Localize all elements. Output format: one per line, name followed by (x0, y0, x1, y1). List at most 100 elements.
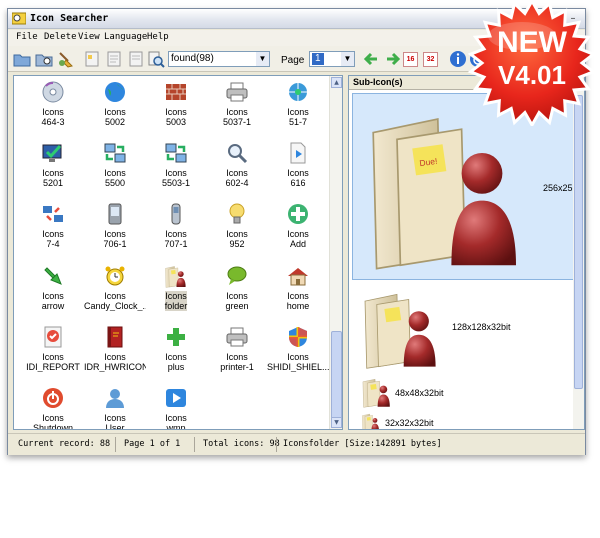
icon-item[interactable]: Icons Shutdown (22, 382, 84, 429)
monitor-check-icon (41, 141, 65, 165)
clean-button[interactable] (56, 49, 76, 69)
icon-item[interactable]: Icons arrow (22, 260, 84, 320)
icon-item[interactable]: Icons 5002 (84, 76, 146, 136)
icon-item[interactable]: Icons 5037-1 (206, 76, 268, 136)
folder-user-icon (361, 376, 393, 408)
icon-item-label: Icons printer-1 (220, 352, 254, 372)
icon-item[interactable]: Icons folder (145, 260, 207, 320)
icon-item[interactable]: Icons IDI_REPORT (22, 321, 84, 381)
icon-item[interactable]: Icons 464-3 (22, 76, 84, 136)
icon-item-label: Icons 5002 (104, 107, 126, 127)
magnifier-icon (225, 141, 249, 165)
new-version-badge: NEW V4.01 (467, 0, 596, 126)
icon-item[interactable]: Icons 7-4 (22, 198, 84, 258)
green-plus-icon (164, 325, 188, 349)
right-arrow-icon (387, 52, 401, 66)
icon-item[interactable]: Icons 616 (267, 137, 329, 197)
icon-item-label: Icons 602-4 (225, 168, 249, 188)
icon-item[interactable]: Icons 706-1 (84, 198, 146, 258)
scroll-up-icon[interactable]: ▲ (331, 77, 342, 88)
phone-icon (164, 202, 188, 226)
globe-icon (103, 80, 127, 104)
icon-item[interactable]: Icons Candy_Clock_... (84, 260, 146, 320)
folder-user-icon (357, 286, 447, 370)
icon-item-label: Icons 706-1 (103, 229, 127, 249)
icon-item[interactable]: Icons SHIDI_SHIEL... (267, 321, 329, 381)
status-current-record: Current record: 88 (18, 439, 111, 449)
brick-wall-icon (164, 80, 188, 104)
icon-item[interactable]: Icons 5003 (145, 76, 207, 136)
menu-help[interactable]: Help (147, 32, 169, 42)
search-combo-value: found(98) (171, 53, 214, 64)
page-select[interactable]: 1 ▼ (309, 51, 355, 67)
icon-item[interactable]: Icons User (84, 382, 146, 430)
report-icon (41, 325, 65, 349)
status-file: Iconsfolder [Size:142891 bytes] (283, 439, 442, 449)
menu-language[interactable]: Language (104, 32, 147, 42)
shutdown-icon (41, 386, 65, 410)
icon-list-scrollbar[interactable]: ▲ ▼ (329, 76, 342, 429)
badge-new-text: NEW (497, 26, 568, 59)
page-icon (85, 51, 99, 67)
printer-icon (225, 80, 249, 104)
about-button[interactable] (448, 49, 468, 69)
sync-computers-icon (164, 141, 188, 165)
icon-item-label: Icons 952 (226, 229, 248, 249)
scroll-down-icon[interactable]: ▼ (331, 417, 342, 428)
user-icon (103, 386, 127, 410)
menu-view[interactable]: View (78, 32, 100, 42)
scan-folder-icon (35, 54, 53, 67)
icon-item[interactable]: Icons green (206, 260, 268, 320)
icon-item[interactable]: Icons 51-7 (267, 76, 329, 136)
menu-delete[interactable]: Delete (44, 32, 77, 42)
chevron-down-icon[interactable]: ▼ (341, 52, 354, 66)
next-page-button[interactable] (382, 49, 402, 69)
icon-item-label: Icons User (104, 413, 126, 430)
search-button[interactable] (146, 49, 166, 69)
view-list-button[interactable] (104, 49, 124, 69)
open-folder-button[interactable] (12, 49, 32, 69)
window-title: Icon Searcher (30, 13, 109, 24)
icon-item[interactable]: Icons wmp (145, 382, 207, 430)
sub-icon-scrollbar[interactable] (573, 90, 584, 429)
view-details-button[interactable] (126, 49, 146, 69)
scrollbar-thumb[interactable] (331, 331, 342, 424)
icon-grid: Icons 464-3 Icons 5002 Icons 5003 Icons 5037-1 I… (14, 76, 330, 429)
icon-item-label: Icons green (225, 291, 249, 311)
size-16-button[interactable]: 16 (403, 52, 418, 67)
icon-item-label: Icons 51-7 (287, 107, 309, 127)
icon-item[interactable]: Icons IDR_HWRICON (84, 321, 146, 381)
chevron-down-icon[interactable]: ▼ (256, 52, 269, 66)
icon-item[interactable]: Icons printer-1 (206, 321, 268, 381)
folder-user-icon: Due! (363, 102, 533, 272)
icon-item[interactable]: Icons Add (267, 198, 329, 258)
icon-item-label: Icons 5201 (42, 168, 64, 188)
size-label-32: 32x32x32bit (385, 418, 434, 428)
icon-item[interactable]: Icons 707-1 (145, 198, 207, 258)
icon-item-label: Icons home (286, 291, 310, 311)
search-combo[interactable]: found(98) ▼ (168, 51, 270, 67)
icon-item[interactable]: Icons 5500 (84, 137, 146, 197)
icon-item[interactable]: Icons home (267, 260, 329, 320)
pda-icon (103, 202, 127, 226)
scan-button[interactable] (34, 49, 54, 69)
icon-item[interactable]: Icons 5503-1 (145, 137, 207, 197)
document-icon (129, 51, 143, 67)
shield-icon (286, 325, 310, 349)
search-icon (148, 51, 165, 68)
icon-item-label: Icons IDR_HWRICON (84, 352, 146, 372)
size-32-button[interactable]: 32 (423, 52, 438, 67)
previous-page-button[interactable] (362, 49, 382, 69)
size-label-48: 48x48x32bit (395, 388, 444, 398)
icon-item-label: Icons wmp (165, 413, 187, 430)
view-large-button[interactable] (82, 49, 102, 69)
icon-item[interactable]: Icons 952 (206, 198, 268, 258)
menu-file[interactable]: File (16, 32, 38, 42)
app-logo-icon (12, 12, 26, 25)
icon-item-label: Icons SHIDI_SHIEL... (267, 352, 329, 372)
cd-icon (41, 80, 65, 104)
scrollbar-thumb[interactable] (574, 95, 583, 389)
icon-item[interactable]: Icons plus (145, 321, 207, 381)
icon-item[interactable]: Icons 602-4 (206, 137, 268, 197)
icon-item[interactable]: Icons 5201 (22, 137, 84, 197)
